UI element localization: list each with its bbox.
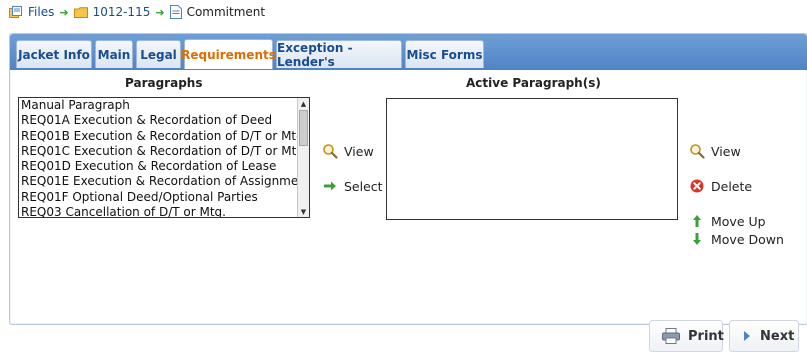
tab-jacket-info[interactable]: Jacket Info xyxy=(16,40,92,68)
list-item[interactable]: REQ01E Execution & Recordation of Assign… xyxy=(19,174,297,189)
files-icon xyxy=(9,6,23,18)
active-paragraphs-listbox[interactable] xyxy=(386,98,678,220)
move-up-button[interactable]: Move Up xyxy=(689,212,766,230)
delete-label: Delete xyxy=(711,178,753,194)
tab-requirements[interactable]: Requirements xyxy=(181,39,276,69)
chevron-right-icon xyxy=(742,330,752,342)
breadcrumb-files-link[interactable]: Files xyxy=(28,5,54,19)
print-button[interactable]: Print xyxy=(649,320,724,352)
tab-legal[interactable]: Legal xyxy=(136,40,181,68)
tab-strip: Jacket Info Main Legal Requirements Exce… xyxy=(10,34,807,70)
active-paragraphs-title: Active Paragraph(s) xyxy=(466,76,601,90)
view-active-button[interactable]: View xyxy=(689,142,741,160)
scroll-up-arrow-icon[interactable]: ▲ xyxy=(298,98,309,109)
delete-icon xyxy=(689,178,705,194)
list-item[interactable]: REQ01D Execution & Recordation of Lease xyxy=(19,159,297,174)
list-item[interactable]: Manual Paragraph xyxy=(19,98,297,113)
select-paragraph-button[interactable]: Select xyxy=(322,177,383,195)
list-item[interactable]: REQ01B Execution & Recordation of D/T or… xyxy=(19,129,297,144)
magnifier-icon xyxy=(689,143,705,159)
view-label: View xyxy=(344,143,374,159)
tab-misc-forms[interactable]: Misc Forms xyxy=(405,40,484,68)
print-label: Print xyxy=(688,328,724,344)
document-panel: Jacket Info Main Legal Requirements Exce… xyxy=(9,33,807,352)
folder-icon xyxy=(73,6,88,18)
document-icon xyxy=(169,5,182,19)
tab-main[interactable]: Main xyxy=(95,40,133,68)
list-item[interactable]: REQ01F Optional Deed/Optional Parties xyxy=(19,190,297,205)
scrollbar-thumb[interactable] xyxy=(299,110,308,146)
magnifier-icon xyxy=(322,143,338,159)
arrow-right-icon: ➜ xyxy=(59,5,69,19)
arrow-down-icon xyxy=(689,231,705,247)
paragraphs-title: Paragraphs xyxy=(125,76,203,90)
arrow-right-icon: ➜ xyxy=(155,5,165,19)
requirements-content: Paragraphs Active Paragraph(s) Manual Pa… xyxy=(11,70,806,352)
listbox-scrollbar[interactable]: ▲ ▼ xyxy=(297,98,309,217)
arrow-right-icon xyxy=(322,178,338,194)
paragraphs-listbox[interactable]: Manual Paragraph REQ01A Execution & Reco… xyxy=(18,97,310,218)
move-down-label: Move Down xyxy=(711,231,784,247)
list-item[interactable]: REQ03 Cancellation of D/T or Mtg. xyxy=(19,205,297,217)
next-label: Next xyxy=(760,328,795,344)
move-down-button[interactable]: Move Down xyxy=(689,230,784,248)
printer-icon xyxy=(662,328,680,344)
next-button[interactable]: Next xyxy=(729,320,799,352)
tab-exception-lenders[interactable]: Exception - Lender's xyxy=(276,40,402,69)
scroll-down-arrow-icon[interactable]: ▼ xyxy=(298,206,309,217)
view-paragraph-button[interactable]: View xyxy=(322,142,374,160)
breadcrumb-current: Commitment xyxy=(186,5,266,19)
list-item[interactable]: REQ01A Execution & Recordation of Deed xyxy=(19,113,297,128)
select-label: Select xyxy=(344,178,383,194)
list-item[interactable]: REQ01C Execution & Recordation of D/T or… xyxy=(19,144,297,159)
move-up-label: Move Up xyxy=(711,213,766,229)
view-active-label: View xyxy=(711,143,741,159)
breadcrumb: Files ➜ 1012-115 ➜ Commitment xyxy=(9,3,265,21)
breadcrumb-folder-link[interactable]: 1012-115 xyxy=(93,5,151,19)
delete-button[interactable]: Delete xyxy=(689,177,752,195)
arrow-up-icon xyxy=(689,213,705,229)
